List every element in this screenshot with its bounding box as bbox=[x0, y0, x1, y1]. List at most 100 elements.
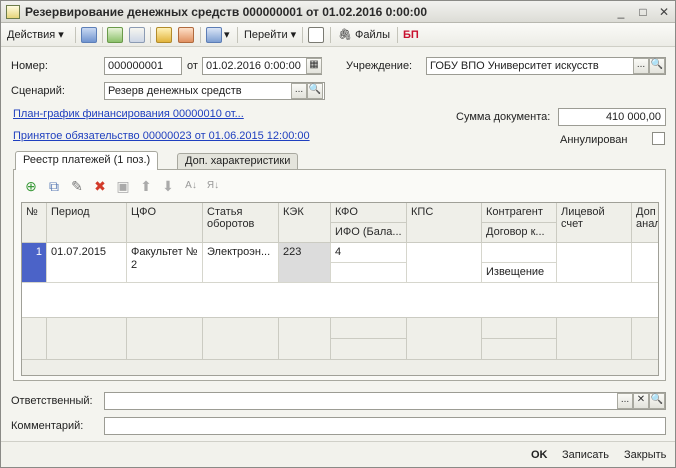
annulled-checkbox[interactable] bbox=[652, 132, 665, 145]
col-header-kek[interactable]: КЭК bbox=[279, 203, 331, 243]
responsible-label: Ответственный: bbox=[11, 395, 93, 407]
row-1-account[interactable] bbox=[557, 243, 632, 283]
responsible-clear-icon[interactable]: ✕ bbox=[633, 393, 649, 409]
row-1-kfo[interactable]: 4 bbox=[331, 243, 407, 263]
footer-cell bbox=[47, 317, 127, 359]
footer-cell bbox=[482, 317, 557, 338]
footer-cell bbox=[22, 317, 47, 359]
copy-icon[interactable] bbox=[129, 27, 145, 43]
footer-cell bbox=[482, 338, 557, 359]
scenario-label: Сценарий: bbox=[11, 85, 65, 97]
responsible-open-icon[interactable]: 🔍 bbox=[649, 393, 665, 409]
ok-button[interactable]: OK bbox=[531, 449, 548, 461]
tab-extra-characteristics-label: Доп. характеристики bbox=[185, 155, 291, 167]
sum-field[interactable]: 410 000,00 bbox=[558, 108, 666, 126]
copy-row-icon[interactable]: ⧉ bbox=[46, 178, 62, 194]
date-field[interactable]: 01.02.2016 0:00:00 bbox=[202, 57, 322, 75]
close-window-button[interactable]: ✕ bbox=[656, 4, 672, 20]
col-header-cfo[interactable]: ЦФО bbox=[127, 203, 203, 243]
footer-cell bbox=[331, 317, 407, 338]
col-header-period[interactable]: Период bbox=[47, 203, 127, 243]
sort-ascending-icon[interactable]: A↓ bbox=[183, 178, 199, 194]
col-header-account[interactable]: Лицевой счет bbox=[557, 203, 632, 243]
col-header-contract[interactable]: Договор к... bbox=[482, 223, 557, 243]
row-1-article[interactable]: Электроэн... bbox=[203, 243, 279, 283]
delete-row-icon[interactable]: ✖ bbox=[92, 178, 108, 194]
create-based-on-dropdown[interactable]: ▾ bbox=[224, 26, 230, 44]
calendar-icon[interactable]: ▦ bbox=[306, 58, 322, 74]
close-button[interactable]: Закрыть bbox=[624, 449, 666, 461]
print-form-icon[interactable] bbox=[308, 27, 324, 43]
tab-payment-register[interactable]: Реестр платежей (1 поз.) bbox=[15, 151, 159, 170]
commitment-link[interactable]: Принятое обязательство 00000023 от 01.06… bbox=[13, 130, 310, 142]
bottom-bar: OK Записать Закрыть bbox=[1, 441, 675, 467]
title-bar: Резервирование денежных средств 00000000… bbox=[1, 1, 675, 23]
col-header-ifo[interactable]: ИФО (Бала... bbox=[331, 223, 407, 243]
row-1-num[interactable]: 1 bbox=[22, 243, 47, 283]
number-field[interactable]: 000000001 bbox=[104, 57, 182, 75]
row-1-cfo[interactable]: Факультет № 2 bbox=[127, 243, 203, 283]
row-1-contract[interactable]: Извещение bbox=[482, 263, 557, 283]
unpost-icon[interactable] bbox=[178, 27, 194, 43]
footer-cell bbox=[331, 338, 407, 359]
date-from-label: от bbox=[187, 60, 198, 72]
institution-open-icon[interactable]: 🔍 bbox=[649, 58, 665, 74]
col-header-kps[interactable]: КПС bbox=[407, 203, 482, 243]
number-label: Номер: bbox=[11, 60, 48, 72]
scenario-open-icon[interactable]: 🔍 bbox=[307, 83, 323, 99]
row-1-counterparty[interactable] bbox=[482, 243, 557, 263]
annulled-label: Аннулирован bbox=[560, 134, 628, 146]
add-row-icon[interactable]: ⊕ bbox=[23, 178, 39, 194]
footer-cell bbox=[632, 317, 658, 359]
edit-row-icon[interactable]: ✎ bbox=[69, 178, 85, 194]
minimize-button[interactable]: _ bbox=[613, 4, 629, 20]
tab-extra-characteristics[interactable]: Доп. характеристики bbox=[177, 153, 299, 169]
actions-menu[interactable]: Действия ▾ bbox=[7, 26, 64, 44]
sort-descending-icon[interactable]: Я↓ bbox=[205, 178, 221, 194]
institution-field[interactable]: ГОБУ ВПО Университет искусств bbox=[426, 57, 666, 75]
col-header-extra[interactable]: Доп анал bbox=[632, 203, 658, 243]
move-up-icon[interactable]: ⬆ bbox=[138, 178, 154, 194]
row-1-extra[interactable] bbox=[632, 243, 658, 283]
tab-panel: ⊕ ⧉ ✎ ✖ ▣ ⬆ ⬇ A↓ Я↓ № Период ЦФО Статья … bbox=[13, 169, 666, 381]
create-based-on-icon[interactable] bbox=[206, 27, 222, 43]
footer-cell bbox=[127, 317, 203, 359]
footer-cell bbox=[557, 317, 632, 359]
refresh-icon[interactable] bbox=[107, 27, 123, 43]
footer-cell bbox=[279, 317, 331, 359]
actions-label: Действия bbox=[7, 29, 56, 41]
col-header-article[interactable]: Статья оборотов bbox=[203, 203, 279, 243]
comment-label: Комментарий: bbox=[11, 420, 84, 432]
col-header-num[interactable]: № bbox=[22, 203, 47, 243]
sum-label: Сумма документа: bbox=[456, 111, 551, 123]
save-button[interactable]: Записать bbox=[562, 449, 609, 461]
move-down-icon[interactable]: ⬇ bbox=[160, 178, 176, 194]
document-window: Резервирование денежных средств 00000000… bbox=[0, 0, 676, 468]
maximize-button[interactable]: □ bbox=[635, 4, 651, 20]
col-header-counterparty[interactable]: Контрагент bbox=[482, 203, 557, 223]
row-1-ifo[interactable] bbox=[331, 263, 407, 283]
row-1-kps[interactable] bbox=[407, 243, 482, 283]
scenario-select-button[interactable]: ... bbox=[291, 83, 307, 99]
end-edit-icon[interactable]: ▣ bbox=[115, 178, 131, 194]
post-icon[interactable] bbox=[156, 27, 172, 43]
payment-register-grid: № Период ЦФО Статья оборотов КЭК КФО ИФО… bbox=[21, 202, 659, 376]
row-1-kek[interactable]: 223 bbox=[279, 243, 331, 283]
files-button[interactable]: 🖇 Файлы bbox=[338, 26, 390, 44]
responsible-field[interactable] bbox=[104, 392, 666, 410]
col-header-kfo[interactable]: КФО bbox=[331, 203, 407, 223]
plan-schedule-link[interactable]: План-график финансирования 00000010 от..… bbox=[13, 108, 244, 120]
window-title: Резервирование денежных средств 00000000… bbox=[25, 5, 427, 19]
responsible-select-button[interactable]: ... bbox=[617, 393, 633, 409]
institution-select-button[interactable]: ... bbox=[633, 58, 649, 74]
toolbar: Действия ▾ ▾ Перейти ▾ 🖇 Файлы БП bbox=[1, 23, 675, 47]
post-and-close-icon[interactable] bbox=[81, 27, 97, 43]
comment-field[interactable] bbox=[104, 417, 666, 435]
goto-menu[interactable]: Перейти ▾ bbox=[244, 26, 296, 44]
horizontal-scrollbar[interactable] bbox=[22, 359, 658, 375]
footer-cell bbox=[407, 317, 482, 359]
bp-button[interactable]: БП bbox=[403, 26, 419, 44]
institution-label: Учреждение: bbox=[346, 60, 413, 72]
tabs-container: Реестр платежей (1 поз.) Доп. характерис… bbox=[13, 151, 666, 381]
row-1-period[interactable]: 01.07.2015 bbox=[47, 243, 127, 283]
